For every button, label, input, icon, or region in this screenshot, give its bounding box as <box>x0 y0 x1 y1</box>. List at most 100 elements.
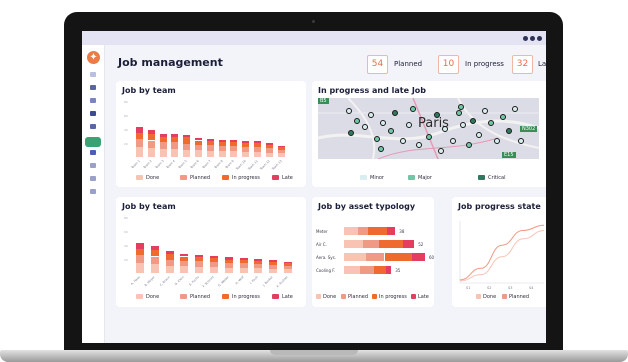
map-pin-icon[interactable] <box>466 142 472 148</box>
team-bar-in_progress <box>136 248 144 255</box>
window-dot-icon[interactable] <box>523 36 528 41</box>
phone-icon[interactable] <box>90 163 96 168</box>
list-icon[interactable] <box>90 98 96 103</box>
team-bar-late <box>195 254 204 258</box>
road-tag: E15 <box>502 152 516 158</box>
compass-icon[interactable]: ✦ <box>87 51 100 64</box>
legend-in-progress: In progress <box>372 294 407 300</box>
road-tag: B5 <box>318 98 329 104</box>
team-bar-done <box>183 150 191 157</box>
team-bar-planned <box>254 147 261 153</box>
map-pin-icon[interactable] <box>400 138 406 144</box>
map-pin-icon[interactable] <box>482 108 488 114</box>
bulb-icon[interactable] <box>90 189 96 194</box>
asset-bar-planned <box>360 266 374 274</box>
map-pin-icon[interactable] <box>368 112 374 118</box>
map-pin-icon[interactable] <box>388 128 394 134</box>
team-bar-in_progress <box>242 142 250 147</box>
team-bar-late <box>284 261 292 263</box>
map-card: In progress and late Job Paris B5 N302 E… <box>312 81 546 187</box>
team-bar-planned <box>147 140 155 149</box>
team-bar-done <box>150 264 159 273</box>
team-bar-in_progress <box>210 258 218 263</box>
kpi-in-progress-label: In progress <box>465 60 504 68</box>
map-pin-icon[interactable] <box>456 110 462 116</box>
map-pin-icon[interactable] <box>476 132 482 138</box>
team-bar-late <box>265 142 273 145</box>
window-dot-icon[interactable] <box>530 36 535 41</box>
legend-late: Late <box>272 175 293 181</box>
legend-in-progress: In progress <box>222 294 260 300</box>
map-pin-icon[interactable] <box>460 122 466 128</box>
sidebar: ✦ <box>82 45 105 343</box>
legend-major: Major <box>408 175 432 181</box>
team-bar-done <box>269 268 278 273</box>
map-pin-icon[interactable] <box>512 106 518 112</box>
team-bar-in_progress <box>230 142 238 147</box>
team-bar-in_progress <box>254 260 263 264</box>
legend-in-progress: In progress <box>222 175 260 181</box>
team-bar-done <box>136 263 144 273</box>
team-icon[interactable] <box>90 111 96 116</box>
map-pin-icon[interactable] <box>354 118 360 124</box>
map-pin-icon[interactable] <box>488 120 494 126</box>
team-bar-in_progress <box>284 263 292 266</box>
asset-bar-done <box>344 240 363 248</box>
file-icon[interactable] <box>90 150 96 155</box>
map-pin-icon[interactable] <box>410 106 416 112</box>
team-bar-done <box>242 151 250 157</box>
road-tag: N302 <box>520 126 538 132</box>
map-pin-icon[interactable] <box>470 118 476 124</box>
map-pin-icon[interactable] <box>426 134 432 140</box>
map-pin-icon[interactable] <box>450 138 456 144</box>
title-bar <box>82 31 546 45</box>
map-pin-icon[interactable] <box>494 138 500 144</box>
map-pin-icon[interactable] <box>406 122 412 128</box>
map-pin-icon[interactable] <box>346 108 352 114</box>
window-dot-icon[interactable] <box>537 36 542 41</box>
team-bar-late <box>165 250 174 255</box>
map-pin-icon[interactable] <box>438 148 444 154</box>
car-icon[interactable] <box>85 137 101 147</box>
chart-axis <box>459 221 544 284</box>
page-title: Job management <box>118 56 223 69</box>
clock-icon[interactable] <box>90 176 96 181</box>
asset-bar-in_progress <box>373 266 386 274</box>
team-bar-planned <box>136 254 144 264</box>
map-pin-icon[interactable] <box>434 112 440 118</box>
team-bar-in_progress <box>265 144 273 149</box>
asset-bar-planned <box>365 253 385 261</box>
map-pin-icon[interactable] <box>348 130 354 136</box>
kpi-in-progress-value: 10 <box>438 55 459 74</box>
document-icon[interactable] <box>90 85 96 90</box>
map-pin-icon[interactable] <box>500 114 506 120</box>
app-window: ✦ Job management 54 Planned 10 In progre… <box>82 31 546 343</box>
map-pin-icon[interactable] <box>442 126 448 132</box>
team-bar-late <box>254 259 263 261</box>
map-pin-icon[interactable] <box>378 146 384 152</box>
map-pin-icon[interactable] <box>380 120 386 126</box>
asset-row-label: Cooling F. <box>316 268 336 273</box>
map-pin-icon[interactable] <box>458 104 464 110</box>
map-pin-icon[interactable] <box>416 142 422 148</box>
map[interactable]: Paris B5 N302 E15 <box>318 98 539 159</box>
asset-row-label: Meter <box>316 229 328 234</box>
team-bar-late <box>210 256 218 259</box>
team-bar-late <box>224 257 233 260</box>
team-bar-late <box>206 139 214 142</box>
y-tick-label: 80 <box>124 216 128 220</box>
team-bar-late <box>218 139 226 142</box>
asset-bar-planned <box>357 227 369 235</box>
map-pin-icon[interactable] <box>374 136 380 142</box>
map-pin-icon[interactable] <box>392 110 398 116</box>
calendar-icon[interactable] <box>90 124 96 129</box>
map-pin-icon[interactable] <box>362 124 368 130</box>
team-bar-planned <box>206 145 214 151</box>
kpi-late-label: Late <box>538 60 546 68</box>
map-pin-icon[interactable] <box>506 128 512 134</box>
y-tick-label: 20 <box>124 142 128 146</box>
legend-done: Done <box>476 294 496 300</box>
legend-late: Late <box>411 294 429 300</box>
search-icon[interactable] <box>90 72 96 77</box>
map-pin-icon[interactable] <box>518 138 524 144</box>
